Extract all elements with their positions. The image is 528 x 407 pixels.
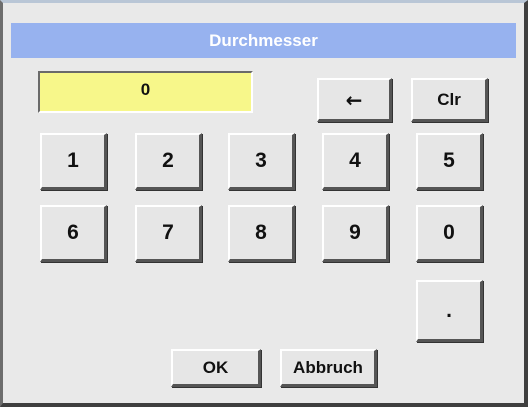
- clear-button[interactable]: Clr: [411, 78, 488, 122]
- digit-7-button[interactable]: 7: [135, 205, 202, 262]
- value-display-field[interactable]: 0: [38, 71, 253, 113]
- digit-0-button[interactable]: 0: [416, 205, 483, 262]
- cancel-button[interactable]: Abbruch: [280, 349, 377, 387]
- digit-3-button[interactable]: 3: [228, 133, 295, 190]
- digit-9-button[interactable]: 9: [322, 205, 389, 262]
- left-arrow-icon: ←: [345, 87, 363, 112]
- digit-2-button[interactable]: 2: [135, 133, 202, 190]
- ok-button[interactable]: OK: [171, 349, 261, 387]
- decimal-point-button[interactable]: .: [416, 280, 483, 342]
- digit-8-button[interactable]: 8: [228, 205, 295, 262]
- digit-4-button[interactable]: 4: [322, 133, 389, 190]
- digit-1-button[interactable]: 1: [40, 133, 107, 190]
- digit-6-button[interactable]: 6: [40, 205, 107, 262]
- backspace-button[interactable]: ←: [317, 78, 392, 122]
- dialog-title: Durchmesser: [11, 23, 516, 58]
- keypad-dialog: Durchmesser: [0, 0, 528, 407]
- digit-5-button[interactable]: 5: [416, 133, 483, 190]
